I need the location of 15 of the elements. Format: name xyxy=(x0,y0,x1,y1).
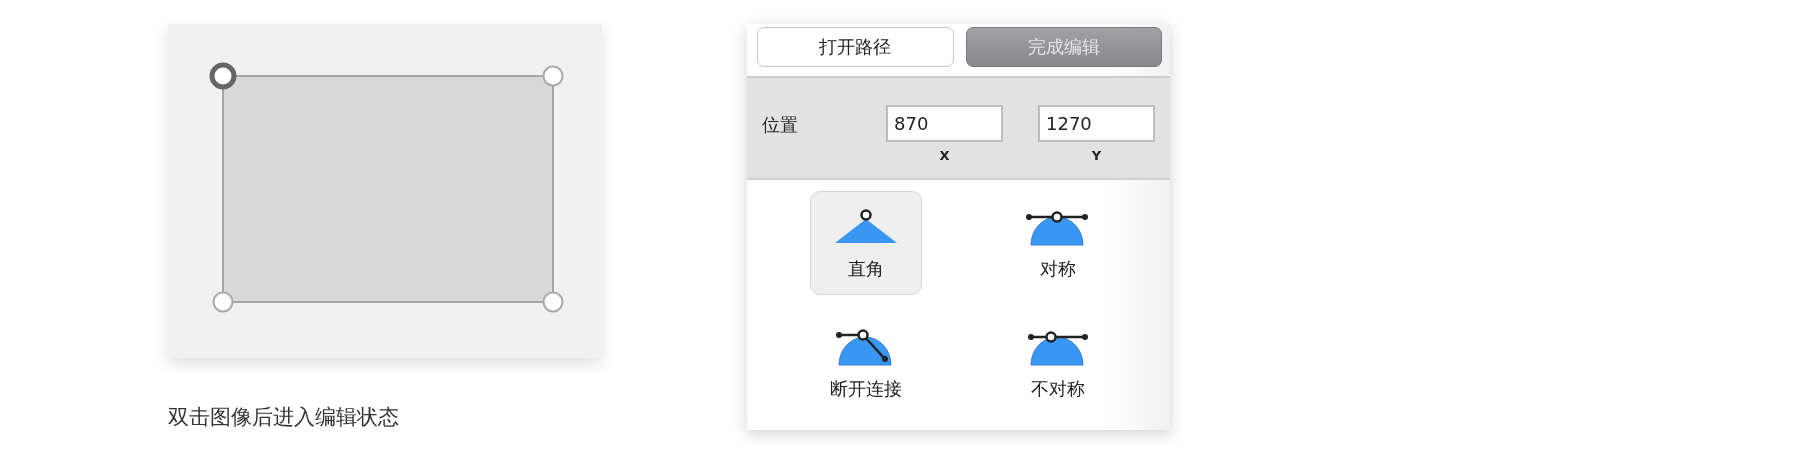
position-label: 位置 xyxy=(762,113,799,137)
node-type-button[interactable]: 断开连接 xyxy=(810,311,922,415)
node-type-button[interactable]: 对称 xyxy=(1002,191,1114,295)
axis-label: Y xyxy=(1091,148,1102,163)
axis-label: X xyxy=(939,148,950,163)
node-handle[interactable] xyxy=(542,291,564,313)
caption: 双击图像后进入编辑状态 xyxy=(168,404,400,431)
node-type-button[interactable]: 直角 xyxy=(810,191,922,295)
input-field[interactable]: 870 xyxy=(886,105,1003,142)
input-field[interactable]: 1270 xyxy=(1038,105,1155,142)
node-handle[interactable] xyxy=(209,62,237,90)
open-path-button[interactable]: 打开路径 xyxy=(757,27,954,67)
node-type-button[interactable]: 不对称 xyxy=(1002,311,1114,415)
node-handle[interactable] xyxy=(542,65,564,87)
node-handle[interactable] xyxy=(212,291,234,313)
